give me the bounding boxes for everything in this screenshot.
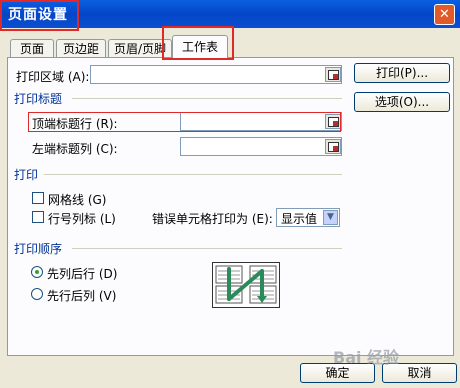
print-area-label: 打印区域 (A):	[16, 70, 90, 84]
errors-select[interactable]: 显示值 ▼	[276, 208, 340, 227]
down-then-over-radio[interactable]	[31, 266, 43, 278]
row-col-headings-checkbox[interactable]	[32, 211, 44, 223]
left-cols-label: 左端标题列 (C):	[32, 142, 118, 156]
print-button[interactable]: 打印(P)...	[354, 63, 450, 83]
divider	[44, 174, 342, 175]
range-picker-icon[interactable]	[325, 67, 341, 82]
row-col-headings-label: 行号列标 (L)	[48, 212, 116, 226]
gridlines-checkbox[interactable]	[32, 192, 44, 204]
page-order-heading: 打印顺序	[14, 242, 63, 256]
errors-label: 错误单元格打印为 (E):	[152, 212, 273, 226]
tab-margins[interactable]: 页边距	[56, 39, 106, 57]
tab-page[interactable]: 页面	[10, 39, 54, 57]
range-picker-icon[interactable]	[325, 139, 341, 154]
options-button[interactable]: 选项(O)...	[354, 92, 450, 112]
over-then-down-label: 先行后列 (V)	[47, 289, 117, 303]
gridlines-label: 网格线 (G)	[48, 193, 107, 207]
page-order-icon	[212, 262, 280, 308]
top-rows-highlight-box	[28, 112, 341, 132]
errors-select-value: 显示值	[281, 212, 318, 226]
print-titles-heading: 打印标题	[14, 92, 63, 106]
print-area-input[interactable]	[90, 65, 342, 84]
left-cols-input[interactable]	[180, 137, 342, 156]
close-icon[interactable]: ✕	[434, 4, 455, 25]
print-heading: 打印	[14, 168, 39, 182]
tab-highlight-box	[162, 26, 234, 60]
down-then-over-label: 先列后行 (D)	[47, 267, 118, 281]
dropdown-arrow-icon[interactable]: ▼	[323, 210, 338, 225]
title-highlight-box	[0, 0, 79, 31]
divider	[72, 248, 342, 249]
watermark: Bai 经验	[333, 348, 400, 367]
divider	[72, 98, 342, 99]
over-then-down-radio[interactable]	[31, 288, 43, 300]
